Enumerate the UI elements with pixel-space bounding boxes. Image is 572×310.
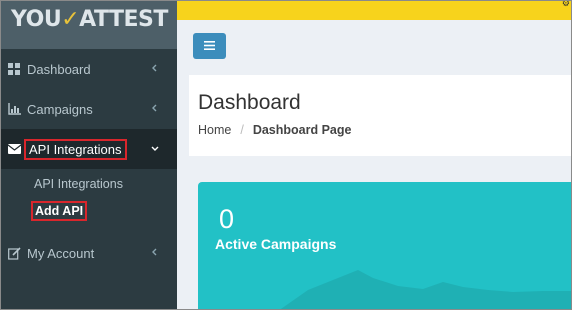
sidebar-toggle-button[interactable]: [193, 33, 226, 59]
card-label: Active Campaigns: [215, 236, 337, 252]
edit-icon: [7, 246, 21, 260]
envelope-icon: [7, 142, 21, 156]
page-title: Dashboard: [198, 91, 301, 114]
api-submenu: API Integrations Add API: [1, 169, 177, 233]
app-window: YOU✓ATTEST Dashboard Campaigns API Integ…: [0, 0, 572, 310]
top-navbar: ⚙: [177, 1, 571, 20]
sidebar-item-label: My Account: [27, 245, 95, 261]
chevron-left-icon: [149, 62, 161, 74]
breadcrumb-home[interactable]: Home: [198, 123, 231, 137]
sidebar-item-my-account[interactable]: My Account: [1, 233, 177, 273]
active-campaigns-card[interactable]: 0 Active Campaigns: [198, 182, 571, 309]
bar-chart-icon: [7, 102, 21, 116]
card-value: 0: [219, 204, 235, 234]
chevron-left-icon: [149, 102, 161, 114]
content-header: Dashboard Home / Dashboard Page: [189, 75, 571, 156]
submenu-item-api-integrations[interactable]: API Integrations: [34, 177, 123, 191]
sidebar-item-api-integrations[interactable]: API Integrations: [1, 129, 177, 169]
sidebar-item-label: API Integrations: [24, 138, 127, 160]
logo[interactable]: YOU✓ATTEST: [1, 1, 177, 49]
sidebar-item-campaigns[interactable]: Campaigns: [1, 89, 177, 129]
sidebar-item-dashboard[interactable]: Dashboard: [1, 49, 177, 89]
sidebar-item-label: Campaigns: [27, 101, 93, 117]
submenu-item-add-api[interactable]: Add API: [30, 201, 88, 221]
check-icon: ✓: [61, 7, 80, 32]
chevron-left-icon: [149, 246, 161, 258]
sidebar-item-label: Dashboard: [27, 61, 91, 77]
logo-text: YOU✓ATTEST: [11, 7, 168, 32]
cog-icon[interactable]: ⚙: [562, 1, 570, 9]
breadcrumb-separator: /: [240, 123, 244, 137]
sidebar: YOU✓ATTEST Dashboard Campaigns API Integ…: [1, 1, 177, 309]
dashboard-icon: [7, 62, 21, 76]
breadcrumb-current: Dashboard Page: [252, 123, 352, 137]
breadcrumb: Home / Dashboard Page: [198, 123, 351, 137]
hamburger-icon: [204, 37, 215, 55]
chevron-down-icon: [149, 142, 161, 154]
